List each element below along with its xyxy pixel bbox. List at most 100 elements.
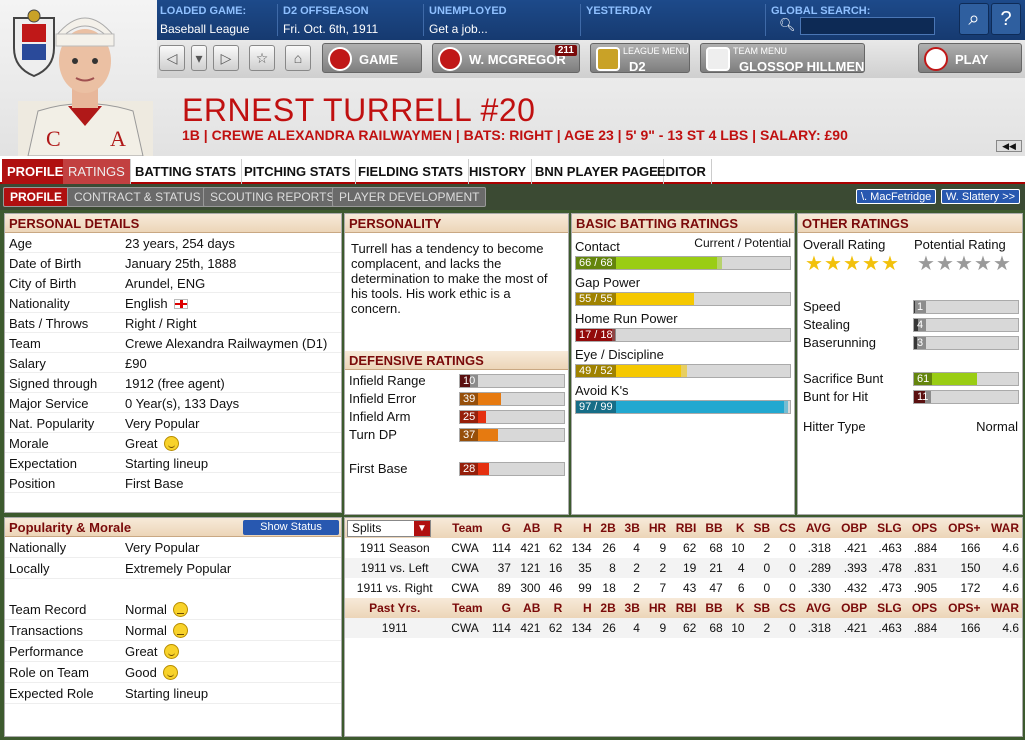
tab-ratings[interactable]: RATINGS [63, 159, 131, 184]
help-button[interactable]: ? [991, 3, 1021, 35]
tab-editor[interactable]: EDITOR [652, 159, 712, 184]
global-search-label: GLOBAL SEARCH: [771, 5, 871, 17]
popularity-value-text: Normal [125, 623, 167, 638]
subtab-profile[interactable]: PROFILE [3, 187, 70, 207]
home-button[interactable]: ⌂ [285, 45, 311, 71]
stats-column-header[interactable]: OBP [833, 518, 871, 538]
popularity-value-text: Starting lineup [125, 686, 209, 701]
team-logo-icon [706, 47, 730, 71]
stats-column-header[interactable]: RBI [669, 518, 700, 538]
neutral-face-icon [172, 602, 188, 617]
previous-player-link[interactable]: \. MacFetridge [856, 189, 937, 204]
tab-bnn-player-page[interactable]: BNN PLAYER PAGE [530, 159, 664, 184]
tab-batting-stats[interactable]: BATTING STATS [130, 159, 243, 184]
personal-detail-row: Position First Base [5, 473, 341, 493]
batting-rating-bar: 66 / 68 [575, 256, 791, 270]
stats-column-header[interactable]: 3B [618, 518, 643, 538]
batting-rating-value: 66 / 68 [576, 257, 616, 269]
game-menu-button[interactable]: GAME [322, 43, 422, 73]
tab-history[interactable]: HISTORY [464, 159, 533, 184]
stats-column-header[interactable]: BB [699, 518, 726, 538]
stats-panel: Splits ▼ Team G AB R H 2B 3B HR RBI BB K SB CS AVG OBP… [344, 517, 1023, 737]
tab-profile[interactable]: PROFILE [2, 159, 70, 184]
popularity-value: Great [125, 644, 179, 659]
stats-column-header[interactable]: HR [642, 518, 670, 538]
stats-cell: 26 [594, 618, 619, 638]
favorite-button[interactable]: ☆ [249, 45, 275, 71]
stats-cell: .330 [807, 581, 831, 595]
subtab-scouting-reports[interactable]: SCOUTING REPORTS [203, 187, 342, 207]
stats-column-header[interactable]: K [725, 518, 748, 538]
popularity-morale-panel: Popularity & Morale Show Status National… [4, 517, 342, 737]
stats-column-header[interactable]: R [543, 518, 566, 538]
stats-cell: 172 [960, 581, 981, 595]
stats-column-header[interactable]: OPS [904, 518, 941, 538]
stats-column-header[interactable]: SB [747, 518, 774, 538]
overall-star-icon: ★ [805, 253, 823, 275]
search-button[interactable]: ⌕ [959, 3, 989, 35]
personal-detail-row: Team Crewe Alexandra Railwaymen (D1) [5, 333, 341, 353]
stats-cell: CWA [444, 618, 486, 638]
personal-detail-text: 23 years, 254 days [125, 236, 235, 251]
personal-detail-value: 23 years, 254 days [125, 236, 235, 251]
stats-cell: .884 [904, 618, 941, 638]
stats-cell: 43 [683, 581, 697, 595]
play-button[interactable]: PLAY [918, 43, 1022, 73]
stats-column-header[interactable]: AVG [798, 518, 834, 538]
subtab-player-development[interactable]: PLAYER DEVELOPMENT [332, 187, 487, 207]
global-search-input[interactable] [800, 17, 935, 35]
help-icon: ? [1000, 8, 1012, 30]
forward-button[interactable]: ▷ [213, 45, 239, 71]
season-date[interactable]: D2 OFFSEASON Fri. Oct. 6th, 1911 [283, 0, 423, 40]
popularity-value-text: Good [125, 665, 157, 680]
stats-cell: 0 [763, 581, 771, 595]
job-status[interactable]: UNEMPLOYED Get a job... [429, 0, 579, 40]
subtab-contract-status[interactable]: CONTRACT & STATUS [67, 187, 208, 207]
stats-cell: 166 [960, 541, 981, 555]
tab-fielding-stats[interactable]: FIELDING STATS [353, 159, 469, 184]
history-dropdown-button[interactable]: ▾ [191, 45, 207, 71]
other-rating-bar: 1 [913, 300, 1019, 314]
stats-column-header[interactable]: G [485, 518, 514, 538]
stats-column-header[interactable]: Team [444, 518, 486, 538]
personal-detail-text: Crewe Alexandra Railwaymen (D1) [125, 336, 328, 351]
personal-detail-row: Age 23 years, 254 days [5, 233, 341, 253]
stats-cell: 114 [491, 541, 511, 555]
show-status-button[interactable]: Show Status [243, 520, 339, 535]
manager-button[interactable]: W. MCGREGOR 211 [432, 43, 580, 73]
stats-column-header[interactable]: CS [773, 518, 799, 538]
stats-cell: .432 [843, 581, 868, 595]
tab-pitching-stats[interactable]: PITCHING STATS [239, 159, 357, 184]
yesterday-link[interactable]: YESTERDAY [586, 0, 736, 40]
stats-cell: 9 [659, 541, 667, 555]
stats-column-header[interactable]: H [565, 518, 595, 538]
play-label: PLAY [955, 52, 989, 67]
stats-cell: 0 [789, 541, 796, 555]
other-rating-label: Bunt for Hit [803, 389, 869, 404]
stats-cell: .478 [870, 558, 905, 578]
stats-column-header[interactable]: 2B [594, 518, 619, 538]
svg-text:A: A [110, 126, 126, 151]
stats-cell: 35 [565, 558, 595, 578]
stats-column-header[interactable]: OPS+ [940, 518, 984, 538]
batting-rating-label: Gap Power [575, 275, 641, 290]
loaded-game[interactable]: LOADED GAME: Baseball League [160, 0, 280, 40]
past-years-label: Past Yrs. [345, 598, 445, 618]
stats-cell: 62 [543, 618, 566, 638]
collapse-header-button[interactable]: ◀◀ [996, 140, 1022, 152]
personal-detail-value: 0 Year(s), 133 Days [125, 396, 239, 411]
stats-column-header[interactable]: WAR [983, 518, 1022, 538]
personal-details-title: PERSONAL DETAILS [5, 214, 341, 233]
personal-detail-text: January 25th, 1888 [125, 256, 237, 271]
back-button[interactable]: ◁ [159, 45, 185, 71]
sub-tabs: PROFILE CONTRACT & STATUS SCOUTING REPOR… [0, 184, 1025, 210]
potential-rating-label: Potential Rating [914, 237, 1006, 252]
stats-column-header[interactable]: SLG [870, 518, 905, 538]
team-menu-button[interactable]: TEAM MENU GLOSSOP HILLMEN [700, 43, 865, 74]
personal-detail-key: City of Birth [9, 276, 77, 291]
stats-column-header[interactable]: AB [513, 518, 544, 538]
splits-dropdown[interactable]: Splits ▼ [347, 519, 431, 537]
league-menu-button[interactable]: LEAGUE MENU D2 [590, 43, 690, 74]
stats-column-header: R [543, 598, 566, 618]
next-player-link[interactable]: W. Slattery >> [941, 189, 1021, 204]
